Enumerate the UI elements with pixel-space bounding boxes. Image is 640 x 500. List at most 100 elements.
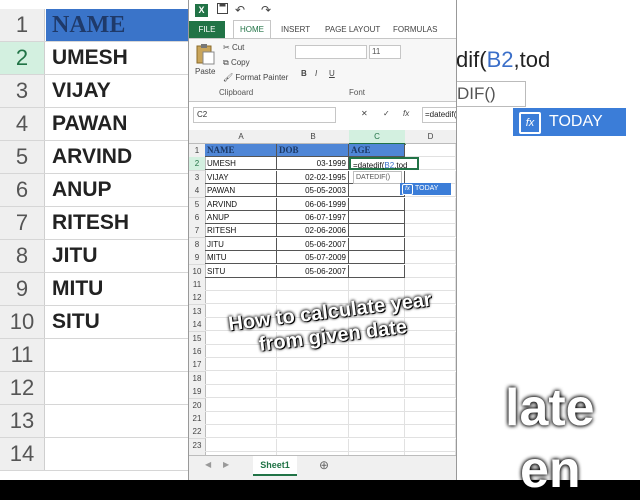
table-header-cell[interactable]: DOB bbox=[277, 144, 349, 157]
tab-home[interactable]: HOME bbox=[233, 20, 271, 39]
grid-cell[interactable] bbox=[405, 224, 456, 238]
row-header[interactable]: 15 bbox=[189, 331, 206, 346]
redo-icon[interactable]: ↷ bbox=[261, 3, 271, 17]
sheet-tab-sheet1[interactable]: Sheet1 bbox=[253, 456, 297, 476]
grid-cell[interactable] bbox=[405, 385, 456, 399]
grid-cell[interactable] bbox=[349, 358, 405, 372]
name-cell[interactable]: UMESH bbox=[205, 157, 277, 171]
dob-cell[interactable]: 02-06-2006 bbox=[277, 224, 349, 238]
row-header[interactable]: 4 bbox=[189, 184, 206, 199]
grid-cell[interactable] bbox=[277, 438, 349, 452]
format-painter-button[interactable]: 🖌 Format Painter bbox=[223, 73, 288, 82]
grid-cell[interactable] bbox=[277, 385, 349, 399]
grid-cell[interactable] bbox=[349, 398, 405, 412]
cut-button[interactable]: ✂ Cut bbox=[223, 43, 244, 52]
italic-button[interactable]: I bbox=[315, 69, 317, 78]
tab-file[interactable]: FILE bbox=[189, 21, 225, 38]
grid-cell[interactable] bbox=[205, 291, 277, 305]
active-cell-c2[interactable]: =datedif(B2,tod bbox=[349, 157, 419, 171]
grid-cell[interactable] bbox=[277, 371, 349, 385]
row-header[interactable]: 8 bbox=[189, 237, 206, 252]
tab-insert[interactable]: INSERT bbox=[281, 21, 310, 38]
grid-cell[interactable] bbox=[205, 371, 277, 385]
grid-cell[interactable] bbox=[349, 385, 405, 399]
grid-cell[interactable] bbox=[349, 412, 405, 425]
formula-input[interactable]: =datedif(B2,tod bbox=[422, 107, 456, 123]
name-cell[interactable]: VIJAY bbox=[205, 170, 277, 184]
cancel-icon[interactable]: ✕ bbox=[361, 109, 368, 118]
column-header-b[interactable]: B bbox=[277, 130, 350, 144]
grid-cell[interactable] bbox=[405, 197, 456, 211]
grid-cell[interactable] bbox=[205, 398, 277, 412]
dob-cell[interactable]: 05-07-2009 bbox=[277, 251, 349, 265]
grid-cell[interactable] bbox=[205, 425, 277, 439]
row-header[interactable]: 11 bbox=[189, 278, 206, 292]
underline-button[interactable]: U bbox=[329, 69, 335, 78]
grid-cell[interactable] bbox=[405, 251, 456, 265]
dob-cell[interactable]: 06-06-1999 bbox=[277, 197, 349, 211]
row-header[interactable]: 16 bbox=[189, 345, 206, 359]
row-header[interactable]: 19 bbox=[189, 385, 206, 400]
name-cell[interactable]: ARVIND bbox=[205, 197, 277, 211]
paste-icon[interactable] bbox=[195, 43, 215, 67]
grid-cell[interactable] bbox=[205, 358, 277, 372]
row-header[interactable]: 6 bbox=[189, 211, 206, 225]
grid-cell[interactable] bbox=[405, 425, 456, 439]
grid-cell[interactable] bbox=[277, 278, 349, 291]
column-header-d[interactable]: D bbox=[405, 130, 456, 144]
name-cell[interactable]: SITU bbox=[205, 264, 277, 278]
grid-cell[interactable] bbox=[405, 438, 456, 452]
grid-cell[interactable] bbox=[205, 412, 277, 425]
save-icon[interactable] bbox=[217, 3, 228, 17]
grid-cell[interactable] bbox=[405, 237, 456, 251]
age-cell[interactable] bbox=[349, 211, 405, 224]
tab-formulas[interactable]: FORMULAS bbox=[393, 21, 437, 38]
table-header-cell[interactable]: NAME bbox=[205, 144, 277, 157]
row-header[interactable]: 22 bbox=[189, 425, 206, 440]
row-header[interactable]: 1 bbox=[189, 144, 206, 158]
grid-cell[interactable] bbox=[405, 371, 456, 385]
grid-cell[interactable] bbox=[349, 278, 405, 291]
grid-cell[interactable] bbox=[349, 345, 405, 358]
name-cell[interactable]: MITU bbox=[205, 251, 277, 265]
dob-cell[interactable]: 06-07-1997 bbox=[277, 211, 349, 224]
bold-button[interactable]: B bbox=[301, 69, 307, 78]
name-box[interactable]: C2 bbox=[193, 107, 336, 123]
row-header[interactable]: 12 bbox=[189, 291, 206, 306]
row-header[interactable]: 5 bbox=[189, 197, 206, 212]
age-cell[interactable] bbox=[349, 237, 405, 251]
dob-cell[interactable]: 05-06-2007 bbox=[277, 264, 349, 278]
select-all-corner[interactable] bbox=[189, 130, 206, 144]
enter-icon[interactable]: ✓ bbox=[383, 109, 390, 118]
font-size-select[interactable]: 11 bbox=[369, 45, 401, 59]
paste-button[interactable]: Paste bbox=[195, 67, 215, 76]
grid-cell[interactable] bbox=[405, 144, 456, 157]
grid-cell[interactable] bbox=[277, 398, 349, 412]
grid-cell[interactable] bbox=[405, 345, 456, 358]
name-cell[interactable]: ANUP bbox=[205, 211, 277, 224]
grid-cell[interactable] bbox=[349, 371, 405, 385]
grid-cell[interactable] bbox=[205, 278, 277, 291]
grid-cell[interactable] bbox=[349, 438, 405, 452]
next-sheet-icon[interactable]: ▶ bbox=[223, 460, 229, 469]
grid-cell[interactable] bbox=[405, 264, 456, 278]
row-header[interactable]: 3 bbox=[189, 170, 206, 185]
age-cell[interactable] bbox=[349, 184, 405, 198]
age-cell[interactable] bbox=[349, 264, 405, 278]
grid-cell[interactable] bbox=[349, 425, 405, 439]
autocomplete-item-today[interactable]: fx TODAY bbox=[400, 183, 451, 195]
row-header[interactable]: 2 bbox=[189, 157, 206, 172]
name-cell[interactable]: RITESH bbox=[205, 224, 277, 238]
insert-function-icon[interactable]: fx bbox=[403, 109, 409, 118]
grid-cell[interactable] bbox=[277, 425, 349, 439]
dob-cell[interactable]: 02-02-1995 bbox=[277, 170, 349, 184]
row-header[interactable]: 23 bbox=[189, 438, 206, 453]
prev-sheet-icon[interactable]: ◀ bbox=[205, 460, 211, 469]
dob-cell[interactable]: 05-05-2003 bbox=[277, 184, 349, 198]
add-sheet-icon[interactable]: ⊕ bbox=[319, 458, 329, 472]
name-cell[interactable]: PAWAN bbox=[205, 184, 277, 198]
column-header-c[interactable]: C bbox=[349, 130, 406, 145]
grid-cell[interactable] bbox=[405, 398, 456, 412]
grid-cell[interactable] bbox=[405, 412, 456, 425]
row-header[interactable]: 10 bbox=[189, 264, 206, 279]
